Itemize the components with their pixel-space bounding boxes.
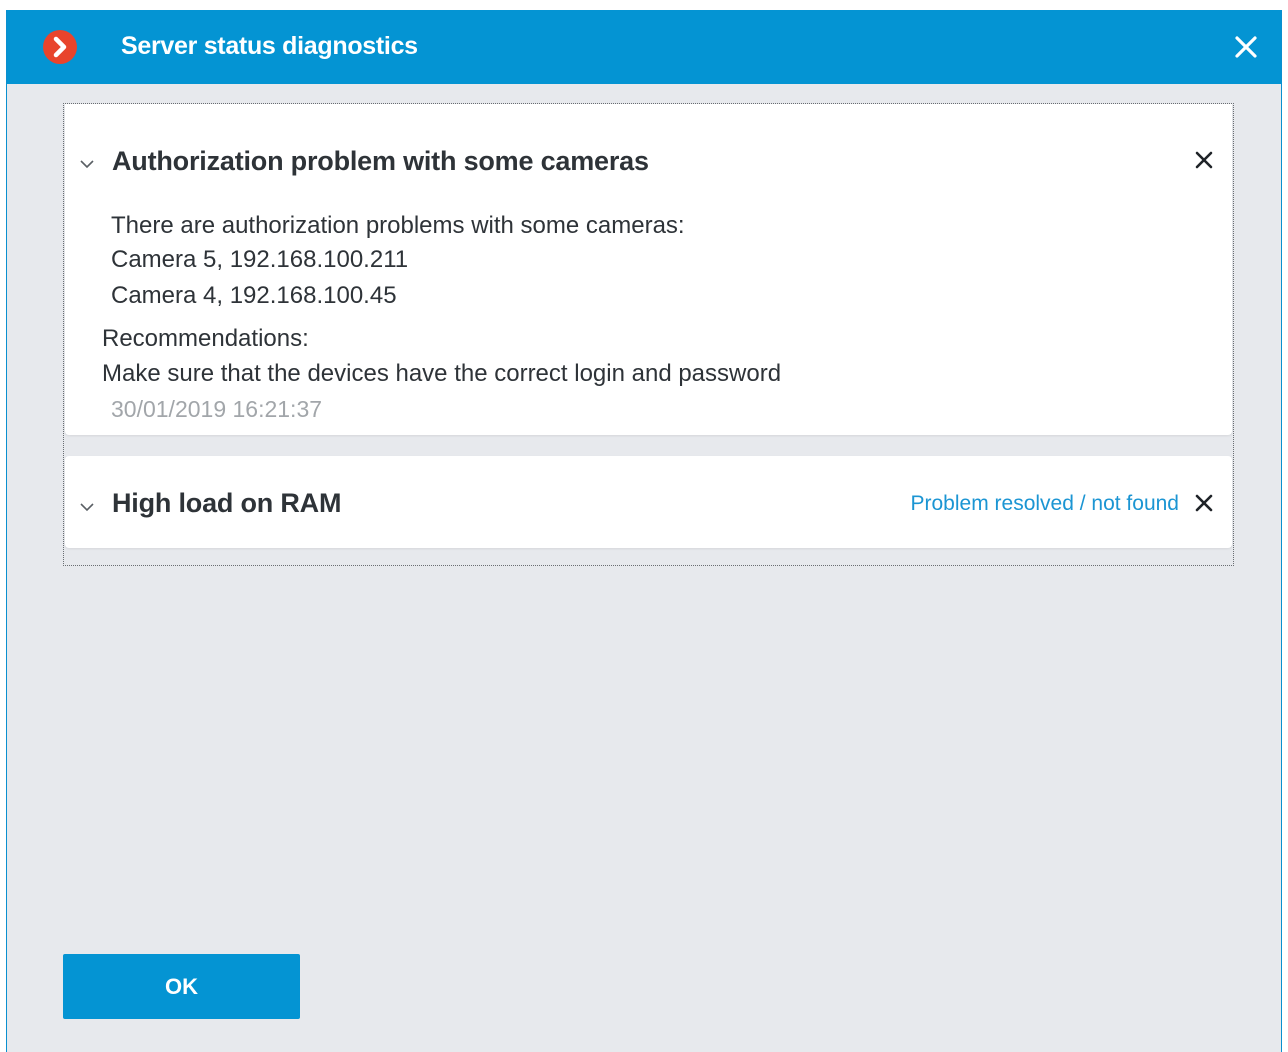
camera-list-item: Camera 4, 192.168.100.45 xyxy=(111,282,397,309)
dialog-title: Server status diagnostics xyxy=(121,32,418,60)
recommendations-label: Recommendations: xyxy=(102,325,309,352)
diagnostics-dialog: Server status diagnostics Authorization … xyxy=(6,10,1282,1052)
title-bar: Server status diagnostics xyxy=(7,10,1281,84)
recommendation-text: Make sure that the devices have the corr… xyxy=(102,360,782,387)
issue-title: Authorization problem with some cameras xyxy=(112,146,649,176)
chevron-down-icon[interactable] xyxy=(79,499,95,512)
ok-button[interactable]: OK xyxy=(63,954,300,1019)
app-logo-icon xyxy=(43,30,77,64)
camera-list-item: Camera 5, 192.168.100.211 xyxy=(111,246,409,273)
issue-timestamp: 30/01/2019 16:21:37 xyxy=(111,396,323,422)
issue-title: High load on RAM xyxy=(112,488,342,518)
close-icon[interactable] xyxy=(1193,149,1215,171)
issue-status-link[interactable]: Problem resolved / not found xyxy=(911,492,1180,516)
issues-list: Authorization problem with some cameras … xyxy=(63,103,1234,566)
chevron-down-icon[interactable] xyxy=(79,156,95,169)
issue-description: There are authorization problems with so… xyxy=(111,212,685,239)
issue-card: Authorization problem with some cameras … xyxy=(65,104,1232,435)
close-icon[interactable] xyxy=(1193,492,1215,514)
issue-card: High load on RAM Problem resolved / not … xyxy=(65,456,1232,548)
close-icon[interactable] xyxy=(1233,34,1259,60)
